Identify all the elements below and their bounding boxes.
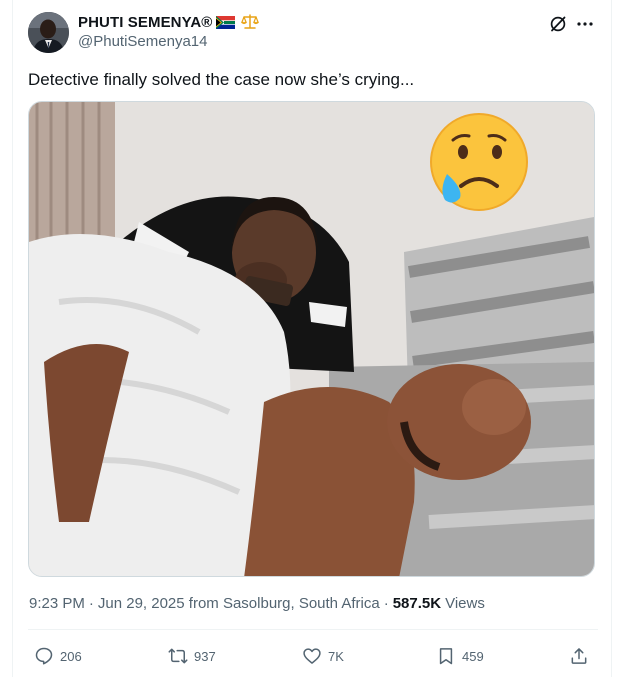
repost-icon [168,648,188,664]
display-name[interactable]: PHUTI SEMENYA® [78,14,212,31]
card-border-left [12,0,13,677]
meta-separator: · [383,595,389,612]
tweet-meta: 9:23 PM · Jun 29, 2025 from Sasolburg, S… [29,595,485,612]
scales-icon [241,14,260,30]
more-icon[interactable] [575,14,595,34]
repost-button[interactable]: 937 [168,645,216,667]
tweet-card: PHUTI SEMENYA® @PhutiSemenya14 Detective… [0,0,622,677]
repost-count: 937 [194,648,216,664]
bookmark-icon [439,648,453,665]
reply-count: 206 [60,648,82,664]
bookmark-button[interactable]: 459 [436,645,484,667]
share-icon [571,648,587,664]
avatar[interactable] [28,12,69,53]
divider [28,629,598,630]
tweet-date-location[interactable]: Jun 29, 2025 from Sasolburg, South Afric… [98,595,380,612]
like-count: 7K [328,648,344,664]
card-border-right [611,0,612,677]
grok-icon[interactable] [548,14,568,34]
south-africa-flag-icon [216,15,236,29]
bookmark-count: 459 [462,648,484,664]
like-button[interactable]: 7K [302,645,344,667]
meta-separator: · [88,595,94,612]
heart-icon [303,648,321,664]
views-count: 587.5K [392,595,442,612]
tweet-photo[interactable] [28,101,595,577]
tweet-time[interactable]: 9:23 PM [29,595,85,612]
reply-icon [35,647,53,665]
views-label: Views [445,595,485,612]
reply-button[interactable]: 206 [34,645,82,667]
tweet-text: Detective finally solved the case now sh… [28,70,415,89]
share-button[interactable] [569,645,589,667]
crying-face-emoji [430,113,528,211]
user-handle[interactable]: @PhutiSemenya14 [78,33,207,50]
name-row: PHUTI SEMENYA® [78,13,260,31]
